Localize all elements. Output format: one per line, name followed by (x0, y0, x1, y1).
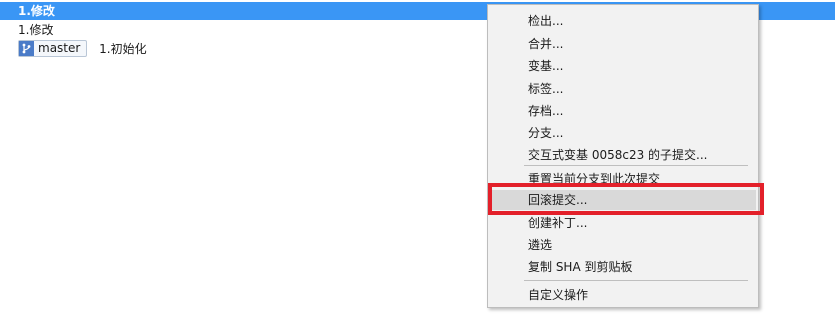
menu-item-tag[interactable]: 标签... (490, 79, 756, 99)
annotation-highlight-box (488, 183, 764, 215)
commit-message: 1.初始化 (99, 42, 147, 56)
menu-item-interactive-rebase[interactable]: 交互式变基 0058c23 的子提交... (490, 145, 756, 165)
commit-message: 1.修改 (18, 4, 55, 18)
menu-item-copy-sha[interactable]: 复制 SHA 到剪贴板 (490, 257, 756, 277)
menu-item-create-patch[interactable]: 创建补丁... (490, 213, 756, 233)
menu-item-checkout[interactable]: 检出... (490, 11, 756, 31)
git-branch-icon (19, 41, 34, 56)
menu-item-custom-actions[interactable]: 自定义操作 (490, 285, 756, 305)
branch-tag[interactable]: master (18, 40, 88, 57)
menu-item-archive[interactable]: 存档... (490, 101, 756, 121)
menu-separator (524, 280, 748, 281)
menu-item-cherry-pick[interactable]: 遴选 (490, 235, 756, 255)
branch-name: master (38, 41, 81, 55)
commit-message: 1.修改 (18, 23, 54, 37)
menu-separator (524, 165, 748, 166)
context-menu: 检出... 合并... 变基... 标签... 存档... 分支... 交互式变… (487, 4, 759, 308)
menu-item-branch[interactable]: 分支... (490, 123, 756, 143)
menu-item-rebase[interactable]: 变基... (490, 56, 756, 76)
git-log-view: 1.修改 1.修改 master 1.初始化 检出... 合并... 变基...… (0, 0, 835, 320)
menu-item-merge[interactable]: 合并... (490, 34, 756, 54)
